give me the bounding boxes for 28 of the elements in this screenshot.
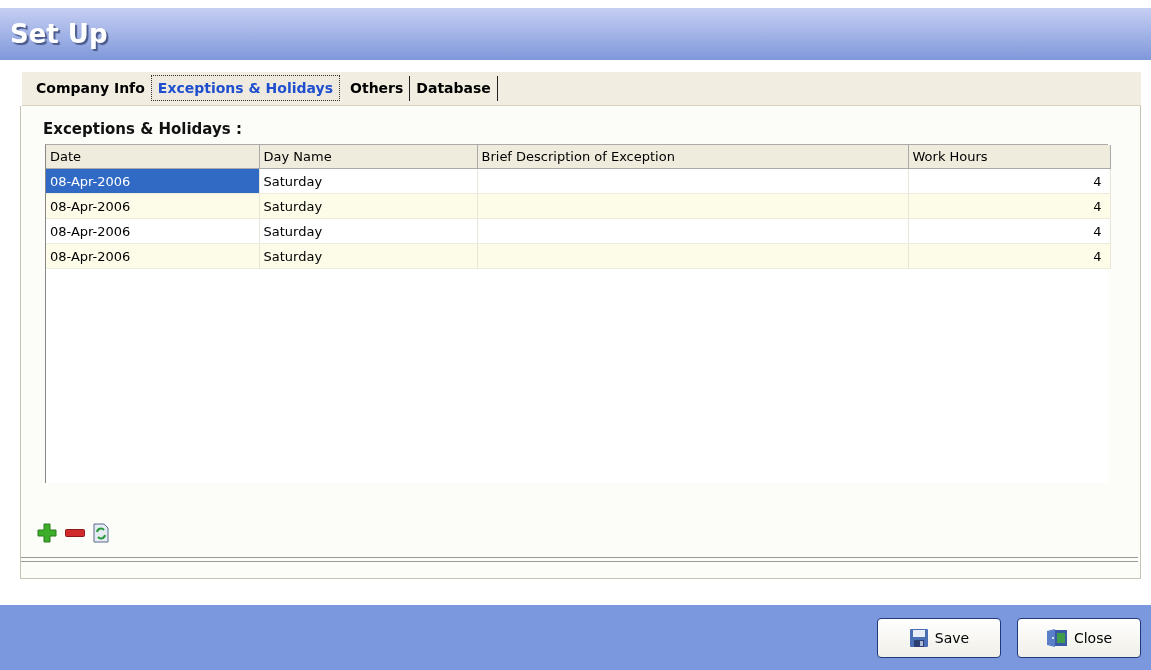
tab[interactable]: Database [410, 76, 498, 101]
door-icon [1045, 628, 1068, 648]
table-cell: Saturday [259, 218, 477, 244]
close-button[interactable]: Close [1017, 618, 1141, 658]
table-cell: 4 [908, 218, 1110, 244]
tab[interactable]: Company Info [30, 76, 151, 101]
minus-icon[interactable] [65, 529, 85, 537]
table-cell: 4 [908, 168, 1110, 194]
window-title: Set Up [10, 19, 108, 49]
table-cell: 08-Apr-2006 [46, 243, 259, 269]
table-cell: 08-Apr-2006 [46, 193, 259, 219]
table-cell: 4 [908, 193, 1110, 219]
save-button[interactable]: Save [877, 618, 1001, 658]
column-header[interactable]: Work Hours [908, 145, 1110, 169]
column-header[interactable]: Date [46, 145, 259, 169]
tab[interactable]: Others [344, 76, 411, 101]
table-cell: Saturday [259, 168, 477, 194]
table-cell: 08-Apr-2006 [46, 168, 259, 194]
table-cell: Saturday [259, 243, 477, 269]
refresh-document-icon[interactable] [93, 523, 109, 543]
table-cell: 4 [908, 243, 1110, 269]
column-header[interactable]: Brief Description of Exception [477, 145, 908, 169]
plus-icon[interactable] [37, 523, 57, 543]
table-cell: Saturday [259, 193, 477, 219]
tab[interactable]: Exceptions & Holidays [150, 75, 341, 101]
column-header[interactable]: Day Name [259, 145, 477, 169]
section-title: Exceptions & Holidays : [43, 120, 243, 138]
table-cell: 08-Apr-2006 [46, 218, 259, 244]
